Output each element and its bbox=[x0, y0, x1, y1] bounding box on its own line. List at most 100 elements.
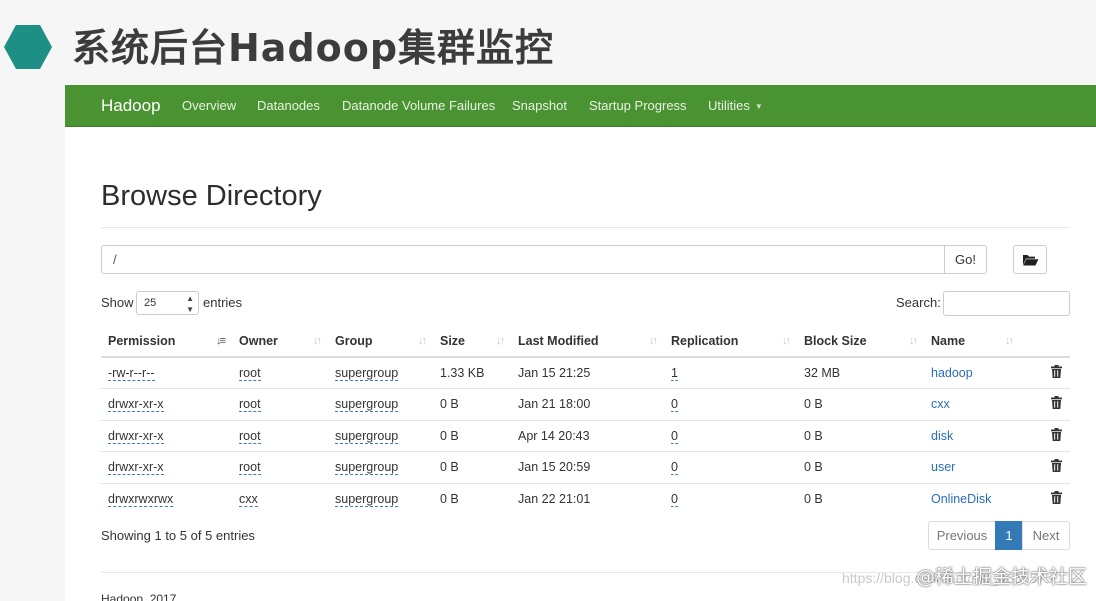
footer-copyright: Hadoop, 2017. bbox=[101, 592, 180, 601]
name-link[interactable]: user bbox=[931, 460, 955, 474]
trash-icon[interactable] bbox=[1051, 396, 1062, 412]
name-link[interactable]: OnlineDisk bbox=[931, 492, 991, 506]
replication-cell[interactable]: 0 bbox=[671, 460, 678, 476]
sort-icon: ↓↑ bbox=[909, 335, 918, 347]
directory-table: Permission ↓≡ Owner ↓↑ Group ↓↑ Size ↓↑ Last… bbox=[101, 325, 1070, 515]
col-replication[interactable]: Replication ↓↑ bbox=[664, 325, 797, 358]
size-cell: 1.33 KB bbox=[433, 356, 511, 389]
modified-cell: Jan 21 18:00 bbox=[511, 388, 664, 420]
hadoop-web-ui: Hadoop Overview Datanodes Datanode Volum… bbox=[65, 85, 1096, 601]
table-row: drwxr-xr-x root supergroup 0 B Apr 14 20… bbox=[101, 419, 1070, 452]
replication-cell[interactable]: 1 bbox=[671, 366, 678, 381]
col-last-modified[interactable]: Last Modified ↓↑ bbox=[511, 325, 664, 358]
permission-cell[interactable]: drwxr-xr-x bbox=[108, 428, 164, 444]
table-header-row: Permission ↓≡ Owner ↓↑ Group ↓↑ Size ↓↑ Last… bbox=[101, 325, 1070, 358]
block-size-cell: 0 B bbox=[797, 482, 924, 515]
col-block-size[interactable]: Block Size ↓↑ bbox=[797, 325, 924, 358]
table-row: drwxrwxrwx cxx supergroup 0 B Jan 22 21:… bbox=[101, 482, 1070, 515]
group-cell[interactable]: supergroup bbox=[335, 428, 399, 444]
go-button[interactable]: Go! bbox=[944, 245, 987, 274]
sort-icon: ↓↑ bbox=[1005, 335, 1014, 347]
name-link[interactable]: hadoop bbox=[931, 366, 973, 380]
navbar: Hadoop Overview Datanodes Datanode Volum… bbox=[65, 85, 1096, 127]
folder-open-icon bbox=[1023, 255, 1039, 266]
sort-icon: ↓↑ bbox=[496, 335, 505, 347]
group-cell[interactable]: supergroup bbox=[335, 460, 399, 476]
replication-cell[interactable]: 0 bbox=[671, 397, 678, 413]
sort-icon: ↓↑ bbox=[782, 335, 791, 347]
table-row: drwxr-xr-x root supergroup 0 B Jan 15 20… bbox=[101, 451, 1070, 483]
owner-cell[interactable]: root bbox=[239, 366, 261, 381]
size-cell: 0 B bbox=[433, 451, 511, 483]
show-label: Show bbox=[101, 295, 134, 310]
nav-item-overview[interactable]: Overview bbox=[182, 98, 236, 114]
divider bbox=[101, 227, 1069, 228]
navbar-brand[interactable]: Hadoop bbox=[101, 95, 161, 117]
modified-cell: Jan 15 20:59 bbox=[511, 451, 664, 483]
owner-cell[interactable]: root bbox=[239, 428, 261, 444]
caret-down-icon: ▼ bbox=[754, 101, 763, 111]
nav-item-datanodes[interactable]: Datanodes bbox=[257, 98, 320, 114]
open-folder-button[interactable] bbox=[1013, 245, 1047, 274]
permission-cell[interactable]: drwxr-xr-x bbox=[108, 460, 164, 476]
nav-item-utilities-label: Utilities bbox=[708, 98, 750, 113]
col-size[interactable]: Size ↓↑ bbox=[433, 325, 511, 358]
next-page-button[interactable]: Next bbox=[1022, 521, 1070, 550]
previous-page-button[interactable]: Previous bbox=[928, 521, 996, 550]
nav-item-volume-failures[interactable]: Datanode Volume Failures bbox=[342, 98, 495, 114]
page-heading: Browse Directory bbox=[101, 180, 322, 212]
trash-icon[interactable] bbox=[1051, 427, 1062, 444]
name-link[interactable]: cxx bbox=[931, 397, 950, 411]
block-size-cell: 0 B bbox=[797, 419, 924, 452]
select-arrows-icon: ▲ ▼ bbox=[186, 294, 194, 314]
path-input[interactable]: / bbox=[101, 245, 945, 274]
modified-cell: Jan 22 21:01 bbox=[511, 482, 664, 515]
sort-icon: ↓↑ bbox=[649, 335, 658, 347]
hexagon-icon bbox=[4, 25, 52, 69]
table-row: drwxr-xr-x root supergroup 0 B Jan 21 18… bbox=[101, 388, 1070, 420]
modified-cell: Apr 14 20:43 bbox=[511, 419, 664, 452]
permission-cell[interactable]: drwxr-xr-x bbox=[108, 397, 164, 413]
search-label: Search: bbox=[896, 295, 941, 310]
owner-cell[interactable]: root bbox=[239, 460, 261, 476]
group-cell[interactable]: supergroup bbox=[335, 492, 399, 507]
name-link[interactable]: disk bbox=[931, 429, 953, 443]
col-group[interactable]: Group ↓↑ bbox=[328, 325, 433, 358]
size-cell: 0 B bbox=[433, 388, 511, 420]
owner-cell[interactable]: cxx bbox=[239, 492, 258, 507]
col-owner[interactable]: Owner ↓↑ bbox=[232, 325, 328, 358]
col-name[interactable]: Name ↓↑ bbox=[924, 325, 1020, 358]
nav-item-utilities[interactable]: Utilities ▼ bbox=[708, 98, 763, 115]
page-1-button[interactable]: 1 bbox=[995, 521, 1023, 550]
trash-icon[interactable] bbox=[1051, 491, 1062, 507]
group-cell[interactable]: supergroup bbox=[335, 397, 399, 413]
page-length-value: 25 bbox=[144, 297, 157, 309]
permission-cell[interactable]: drwxrwxrwx bbox=[108, 492, 174, 507]
permission-cell[interactable]: -rw-r--r-- bbox=[108, 366, 155, 381]
modified-cell: Jan 15 21:25 bbox=[511, 356, 664, 389]
size-cell: 0 B bbox=[433, 482, 511, 515]
size-cell: 0 B bbox=[433, 419, 511, 452]
col-permission[interactable]: Permission ↓≡ bbox=[101, 325, 232, 358]
showing-entries-info: Showing 1 to 5 of 5 entries bbox=[101, 528, 255, 543]
entries-label: entries bbox=[203, 295, 243, 310]
search-input[interactable] bbox=[943, 291, 1070, 316]
slide-header: 系统后台Hadoop集群监控 bbox=[0, 0, 1096, 85]
sort-asc-icon: ↓≡ bbox=[216, 335, 226, 347]
nav-item-snapshot[interactable]: Snapshot bbox=[512, 98, 567, 114]
trash-icon[interactable] bbox=[1051, 459, 1062, 475]
replication-cell[interactable]: 0 bbox=[671, 492, 678, 507]
block-size-cell: 32 MB bbox=[797, 356, 924, 389]
replication-cell[interactable]: 0 bbox=[671, 428, 678, 444]
page-length-select[interactable]: 25 ▲ ▼ bbox=[136, 291, 199, 315]
col-actions bbox=[1020, 325, 1070, 358]
owner-cell[interactable]: root bbox=[239, 397, 261, 413]
group-cell[interactable]: supergroup bbox=[335, 366, 399, 381]
block-size-cell: 0 B bbox=[797, 388, 924, 420]
watermark: @稀土掘金技术社区 bbox=[916, 566, 1088, 588]
slide-title: 系统后台Hadoop集群监控 bbox=[72, 26, 555, 70]
block-size-cell: 0 B bbox=[797, 451, 924, 483]
nav-item-startup-progress[interactable]: Startup Progress bbox=[589, 98, 687, 114]
sort-icon: ↓↑ bbox=[313, 335, 322, 347]
trash-icon[interactable] bbox=[1051, 365, 1062, 381]
